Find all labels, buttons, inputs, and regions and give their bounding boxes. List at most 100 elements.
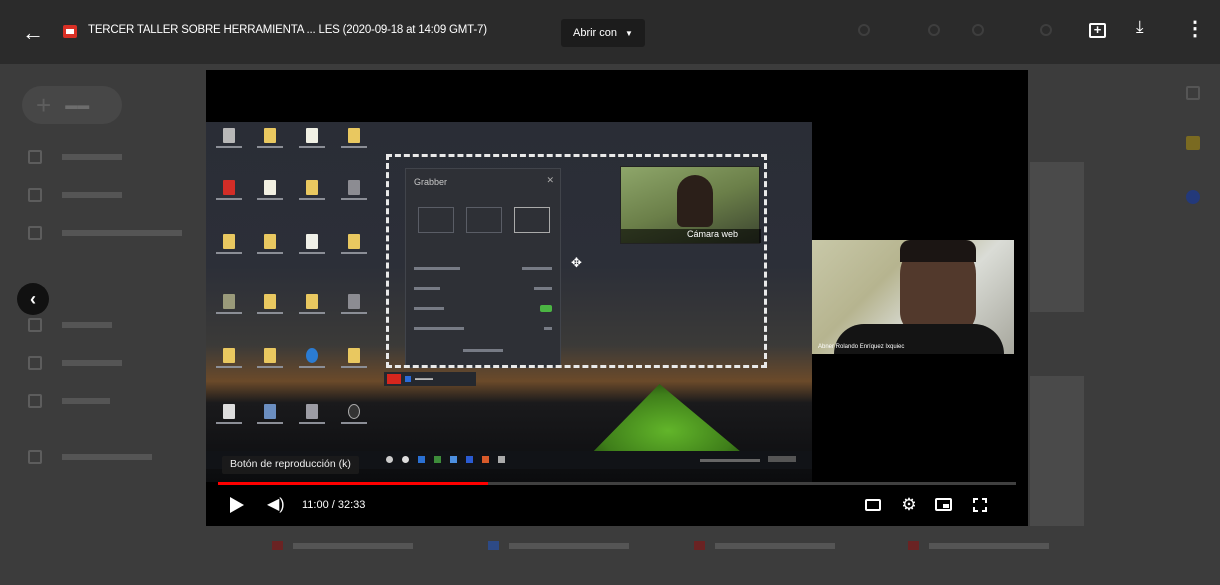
file-title: TERCER TALLER SOBRE HERRAMIENTA ... LES … (88, 24, 487, 36)
taskbar-icon (450, 456, 457, 463)
folder-icon (348, 234, 360, 249)
desktop-icon-label (299, 252, 325, 254)
add-comment-icon[interactable]: + (1089, 18, 1106, 39)
back-arrow-icon[interactable]: ← (22, 20, 44, 46)
faded-icon (928, 24, 940, 36)
faded-icon (1040, 24, 1052, 36)
desktop-icon-label (257, 312, 283, 314)
more-vert-icon[interactable]: ⋮ (1185, 16, 1205, 41)
desktop-icon-label (257, 366, 283, 368)
desktop-icon-label (257, 422, 283, 424)
drive-file-item (908, 541, 1049, 550)
pdf-icon (223, 180, 235, 195)
webcam-preview: Cámara web (620, 166, 761, 244)
taskbar-icon (402, 456, 409, 463)
document-icon (306, 234, 318, 249)
subtitles-button[interactable] (863, 496, 883, 514)
download-icon[interactable]: ⤓ (1136, 17, 1144, 37)
miniplayer-button[interactable] (933, 496, 953, 514)
folder-icon (264, 294, 276, 309)
taskbar-icon (482, 456, 489, 463)
speaker-video: Abner Rolando Enríquez Ixquiec (812, 240, 1014, 354)
miniplayer-icon (934, 498, 952, 511)
folder-icon (348, 348, 360, 363)
sidebar-icon (28, 394, 42, 408)
taskbar-icon (418, 456, 425, 463)
desktop-icon-label (341, 198, 367, 200)
document-icon (223, 404, 235, 419)
faded-icon (972, 24, 984, 36)
fullscreen-icon (973, 498, 987, 512)
open-with-button[interactable]: Abrir con ▼ (561, 19, 645, 47)
desktop-icon-label (299, 198, 325, 200)
app-icon (223, 294, 235, 309)
person-image (677, 175, 713, 227)
desktop-icon-label (216, 146, 242, 148)
file-icon (908, 541, 919, 550)
faded-icon (858, 24, 870, 36)
subtitles-icon (865, 499, 881, 511)
taskbar-icon (498, 456, 505, 463)
side-panel-icon (1186, 86, 1200, 100)
desktop-icon-label (299, 422, 325, 424)
desktop-icon-label (341, 252, 367, 254)
browser-icon (306, 348, 318, 363)
video-file-icon (63, 25, 77, 38)
recording-strip: ▬▬▬ (384, 372, 476, 386)
previous-file-button[interactable]: ‹ (17, 283, 49, 315)
record-icon (387, 374, 401, 384)
new-button: + ▬▬ (22, 86, 122, 124)
sidebar-icon (28, 318, 42, 332)
taskbar-icon (434, 456, 441, 463)
move-cursor-icon: ✥ (571, 255, 582, 270)
desktop-icon-label (216, 366, 242, 368)
fullscreen-button[interactable] (970, 496, 990, 514)
progress-bar[interactable] (218, 482, 1016, 485)
volume-icon[interactable]: ◀) (267, 497, 285, 513)
desktop-icon-label (257, 198, 283, 200)
file-icon (694, 541, 705, 550)
app-icon (306, 404, 318, 419)
dropdown-arrow-icon: ▼ (625, 28, 633, 38)
clock (768, 456, 796, 462)
network-icon (264, 404, 276, 419)
video-player[interactable]: Grabber ✕ ✥ Cámara web ▬▬▬ Botón de repr… (206, 70, 1028, 526)
progress-fill (218, 482, 488, 485)
taskbar-icon (386, 456, 393, 463)
speaker-name: Abner Rolando Enríquez Ixquiec (818, 344, 905, 350)
drive-file-item (488, 541, 629, 550)
folder-icon (306, 294, 318, 309)
desktop-icon-label (216, 252, 242, 254)
speaker-hair-image (900, 240, 976, 262)
desktop-icon-label (299, 312, 325, 314)
sidebar-item (28, 226, 182, 240)
desktop-icon-label (216, 198, 242, 200)
desktop-icon-label (216, 312, 242, 314)
open-with-label: Abrir con (573, 27, 618, 39)
time-display: 11:00 / 32:33 (302, 499, 366, 511)
drive-thumbnail (1030, 162, 1084, 312)
screen-share-view: Grabber ✕ ✥ Cámara web ▬▬▬ Botón de repr… (206, 70, 814, 526)
desktop-icon-label (257, 252, 283, 254)
new-button-label: ▬▬ (65, 98, 90, 112)
disc-icon (348, 404, 360, 419)
settings-button[interactable]: ⚙ (899, 496, 919, 514)
folder-icon (223, 348, 235, 363)
folder-icon (223, 234, 235, 249)
sidebar-icon (28, 188, 42, 202)
drive-thumbnail (1030, 376, 1084, 526)
cloud-icon (28, 450, 42, 464)
play-button[interactable] (230, 497, 244, 513)
recording-strip-label: ▬▬▬ (415, 376, 433, 382)
sidebar-icon (28, 150, 42, 164)
desktop-icon-label (341, 312, 367, 314)
folder-icon (264, 128, 276, 143)
taskbar-icon (466, 456, 473, 463)
file-icon (272, 541, 283, 550)
app-icon (348, 294, 360, 309)
sidebar-item (28, 356, 122, 370)
drive-file-item (694, 541, 835, 550)
folder-icon (264, 234, 276, 249)
system-tray (700, 459, 760, 462)
sidebar-item (28, 150, 122, 164)
